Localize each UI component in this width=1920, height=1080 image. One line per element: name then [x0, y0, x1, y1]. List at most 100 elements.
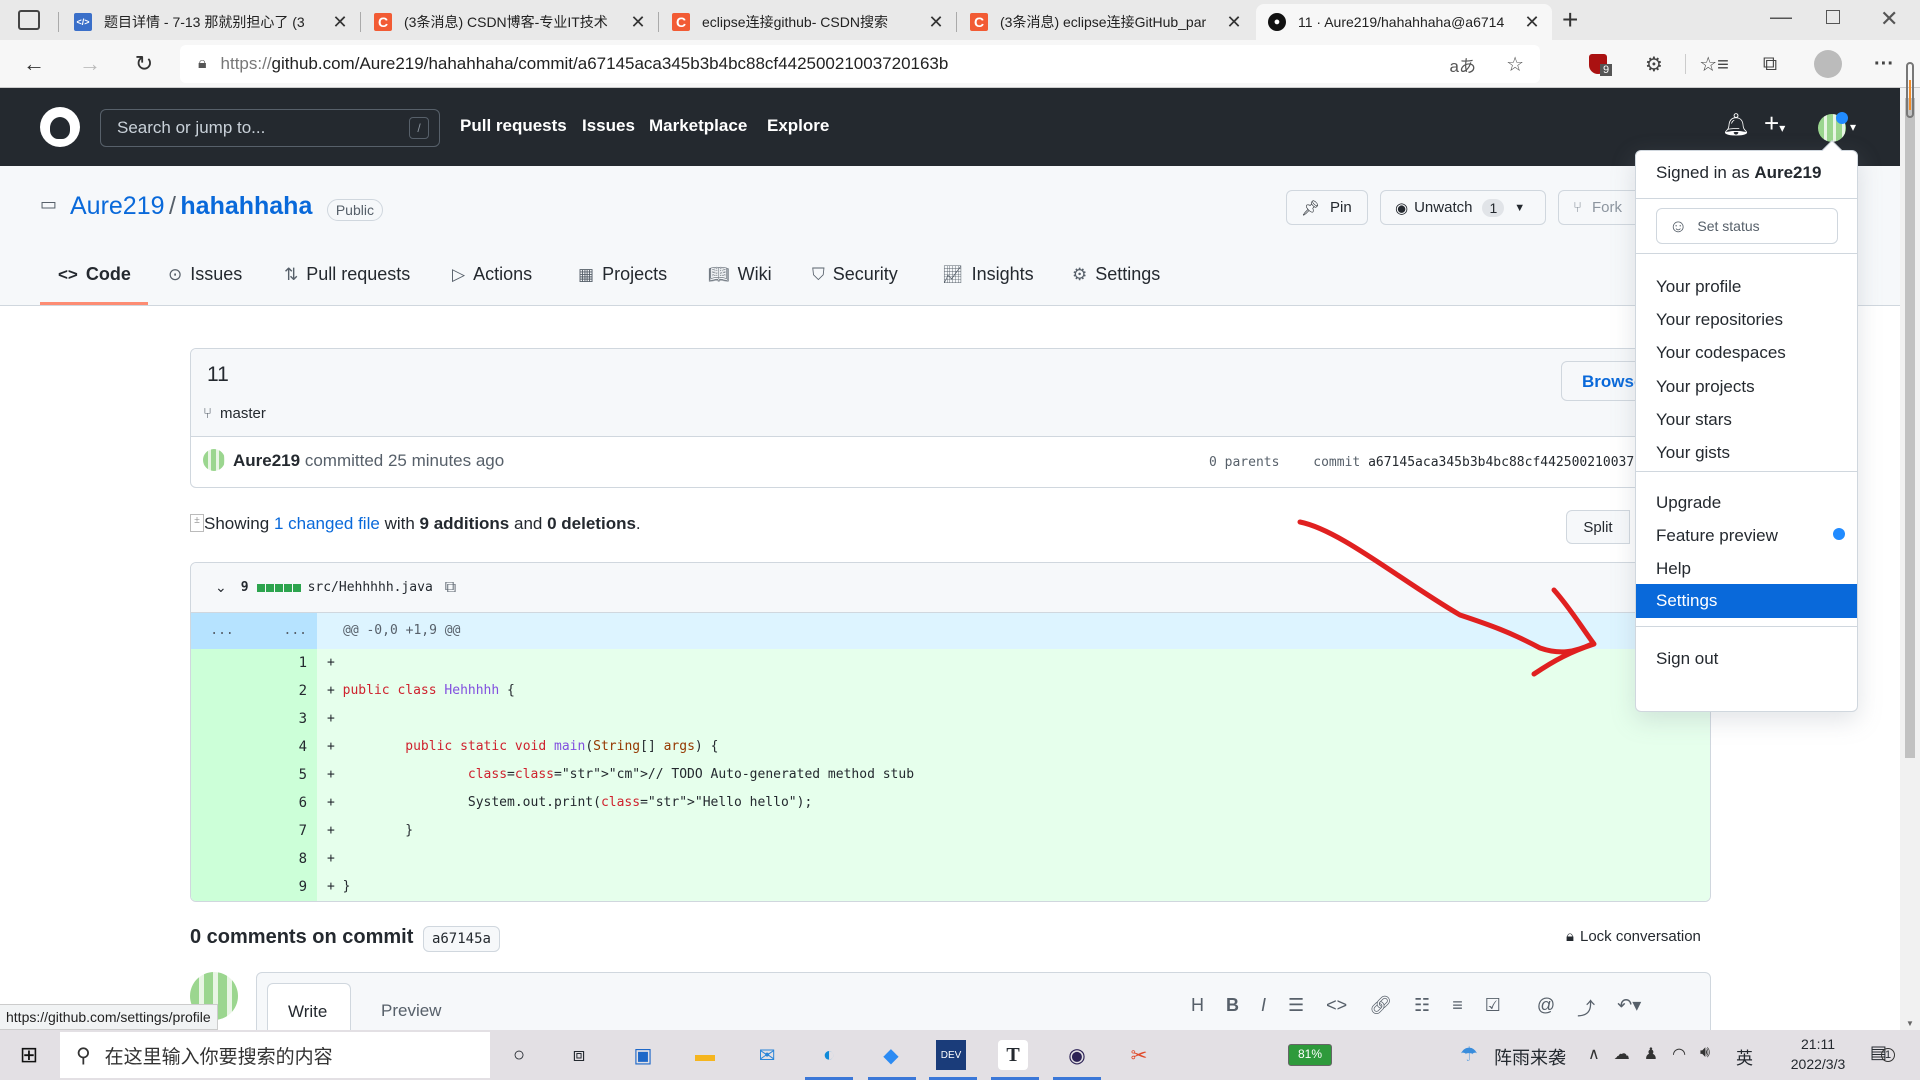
tab-code[interactable]: <> Code — [58, 264, 131, 285]
mention-icon[interactable]: @ — [1537, 995, 1555, 1021]
menu-your-repositories[interactable]: Your repositories — [1636, 302, 1857, 338]
snipping-tool-icon[interactable]: ✂ — [1122, 1038, 1156, 1072]
new-line-number[interactable]: 9 — [253, 873, 317, 901]
cortana-icon[interactable]: ○ — [502, 1038, 536, 1072]
clock[interactable]: 21:11 2022/3/3 — [1778, 1034, 1858, 1074]
old-line-number[interactable] — [191, 733, 253, 761]
heading-icon[interactable]: H — [1191, 995, 1204, 1021]
old-line-number[interactable] — [191, 761, 253, 789]
quote-icon[interactable]: ☰ — [1288, 995, 1304, 1021]
add-favorite-icon[interactable]: ☆ — [1506, 52, 1524, 77]
short-sha-badge[interactable]: a67145a — [422, 926, 500, 952]
file-name[interactable]: src/Hehhhhh.java — [308, 580, 433, 595]
changed-files-link[interactable]: 1 changed file — [274, 514, 380, 533]
old-line-number[interactable] — [191, 677, 253, 705]
repo-owner-link[interactable]: Aure219 — [70, 192, 165, 220]
ublock-extension-icon[interactable]: 9 — [1582, 48, 1614, 80]
pin-button[interactable]: 📌︎ Pin — [1286, 190, 1368, 225]
numbered-list-icon[interactable]: ≡ — [1452, 995, 1463, 1021]
devcpp-icon[interactable]: DEV — [936, 1040, 966, 1070]
tab-security[interactable]: ⛉ Security — [812, 264, 898, 285]
close-tab-icon[interactable]: ✕ — [332, 12, 348, 33]
maximize-button[interactable] — [1826, 10, 1840, 24]
lock-conversation-button[interactable]: 🔒︎ Lock conversation — [1566, 928, 1701, 945]
notifications-bell-icon[interactable]: 🔔︎ — [1722, 112, 1750, 138]
author-avatar[interactable] — [203, 449, 225, 471]
github-logo-icon[interactable] — [40, 107, 80, 147]
tray-expand-icon[interactable]: ∧ — [1588, 1044, 1600, 1064]
nav-pull-requests[interactable]: Pull requests — [460, 116, 567, 136]
tab-projects[interactable]: ▦ Projects — [578, 264, 667, 285]
unwatch-button[interactable]: ◉ Unwatch 1 ▼ — [1380, 190, 1546, 225]
new-line-number[interactable]: 5 — [253, 761, 317, 789]
collections-icon[interactable]: ⧉ — [1754, 48, 1786, 80]
expand-right[interactable]: ... — [253, 613, 317, 649]
onedrive-icon[interactable]: ☁ — [1614, 1044, 1630, 1064]
volume-icon[interactable]: 🔊︎ — [1700, 1044, 1710, 1064]
address-bar[interactable]: 🔒︎ https://github.com/Aure219/hahahhaha/… — [180, 45, 1540, 83]
new-line-number[interactable]: 2 — [253, 677, 317, 705]
menu-your-stars[interactable]: Your stars — [1636, 402, 1857, 438]
ime-indicator[interactable]: 英 — [1736, 1044, 1753, 1069]
collapse-chevron-icon[interactable]: ⌄ — [215, 579, 227, 596]
task-view-icon[interactable]: ⧈ — [562, 1038, 596, 1072]
close-window-button[interactable]: ✕ — [1880, 6, 1898, 32]
nav-issues[interactable]: Issues — [582, 116, 635, 136]
close-tab-icon[interactable]: ✕ — [630, 12, 646, 33]
tab-actions-icon[interactable] — [18, 10, 40, 30]
page-scrollbar[interactable]: ▼ — [1900, 88, 1920, 1030]
scrollbar-thumb[interactable] — [1905, 98, 1915, 758]
browser-tab[interactable]: C (3条消息) eclipse连接GitHub_par ✕ — [958, 4, 1254, 40]
code-icon[interactable]: <> — [1326, 995, 1347, 1021]
menu-sign-out[interactable]: Sign out — [1636, 641, 1857, 677]
mail-icon[interactable]: ✉ — [750, 1038, 784, 1072]
typora-icon[interactable]: T — [998, 1040, 1028, 1070]
qq-icon[interactable]: ♟ — [1644, 1044, 1658, 1064]
branch-label[interactable]: ⑂ master — [203, 405, 266, 422]
bold-icon[interactable]: B — [1226, 995, 1239, 1021]
saved-replies-icon[interactable]: ↶▾ — [1617, 995, 1641, 1021]
forward-button[interactable]: → — [74, 48, 106, 80]
refresh-button[interactable]: ↻ — [128, 48, 160, 80]
close-tab-icon[interactable]: ✕ — [1524, 12, 1540, 33]
eclipse-icon[interactable]: ◉ — [1060, 1038, 1094, 1072]
close-tab-icon[interactable]: ✕ — [928, 12, 944, 33]
browser-tab[interactable]: </> 题目详情 - 7-13 那就别担心了 (3 ✕ — [62, 4, 360, 40]
expand-left[interactable]: ... — [191, 613, 253, 649]
weather-text[interactable]: 阵雨来袭 — [1494, 1044, 1566, 1070]
new-line-number[interactable]: 8 — [253, 845, 317, 873]
extensions-icon[interactable]: ⚙ — [1638, 48, 1670, 80]
menu-help[interactable]: Help — [1636, 551, 1857, 587]
new-line-number[interactable]: 4 — [253, 733, 317, 761]
menu-settings[interactable]: Settings — [1636, 584, 1857, 618]
nav-explore[interactable]: Explore — [767, 116, 829, 136]
file-explorer-icon[interactable]: ▬ — [688, 1038, 722, 1072]
new-line-number[interactable]: 7 — [253, 817, 317, 845]
tab-issues[interactable]: ⊙ Issues — [168, 264, 242, 285]
new-line-number[interactable]: 1 — [253, 649, 317, 677]
menu-your-codespaces[interactable]: Your codespaces — [1636, 335, 1857, 371]
old-line-number[interactable] — [191, 789, 253, 817]
bullet-list-icon[interactable]: ☷ — [1414, 995, 1430, 1021]
favorites-icon[interactable]: ☆≡ — [1698, 48, 1730, 80]
new-line-number[interactable]: 3 — [253, 705, 317, 733]
tab-settings[interactable]: ⚙ Settings — [1072, 264, 1160, 285]
new-line-number[interactable]: 6 — [253, 789, 317, 817]
store-icon[interactable]: ▣ — [626, 1038, 660, 1072]
back-button[interactable]: ← — [18, 48, 50, 80]
menu-your-profile[interactable]: Your profile — [1636, 269, 1857, 305]
tab-wiki[interactable]: 📖︎ Wiki — [708, 264, 772, 285]
preview-tab[interactable]: Preview — [381, 1001, 441, 1021]
new-tab-button[interactable]: + — [1562, 4, 1578, 36]
more-menu-icon[interactable]: ··· — [1868, 48, 1900, 80]
old-line-number[interactable] — [191, 705, 253, 733]
battery-indicator[interactable]: 81% — [1288, 1044, 1332, 1066]
browser-tab[interactable]: C (3条消息) CSDN博客-专业IT技术 ✕ — [362, 4, 658, 40]
tab-insights[interactable]: 📈︎ Insights — [942, 264, 1034, 285]
translate-icon[interactable]: aあ — [1450, 52, 1476, 77]
create-new-button[interactable]: +▾ — [1764, 108, 1785, 139]
browser-tab-active[interactable]: ● 11 · Aure219/hahahhaha@a6714 ✕ — [1256, 4, 1552, 40]
start-button[interactable]: ⊞ — [12, 1038, 46, 1072]
menu-your-projects[interactable]: Your projects — [1636, 369, 1857, 405]
copy-icon[interactable]: ⧉ — [445, 579, 456, 597]
